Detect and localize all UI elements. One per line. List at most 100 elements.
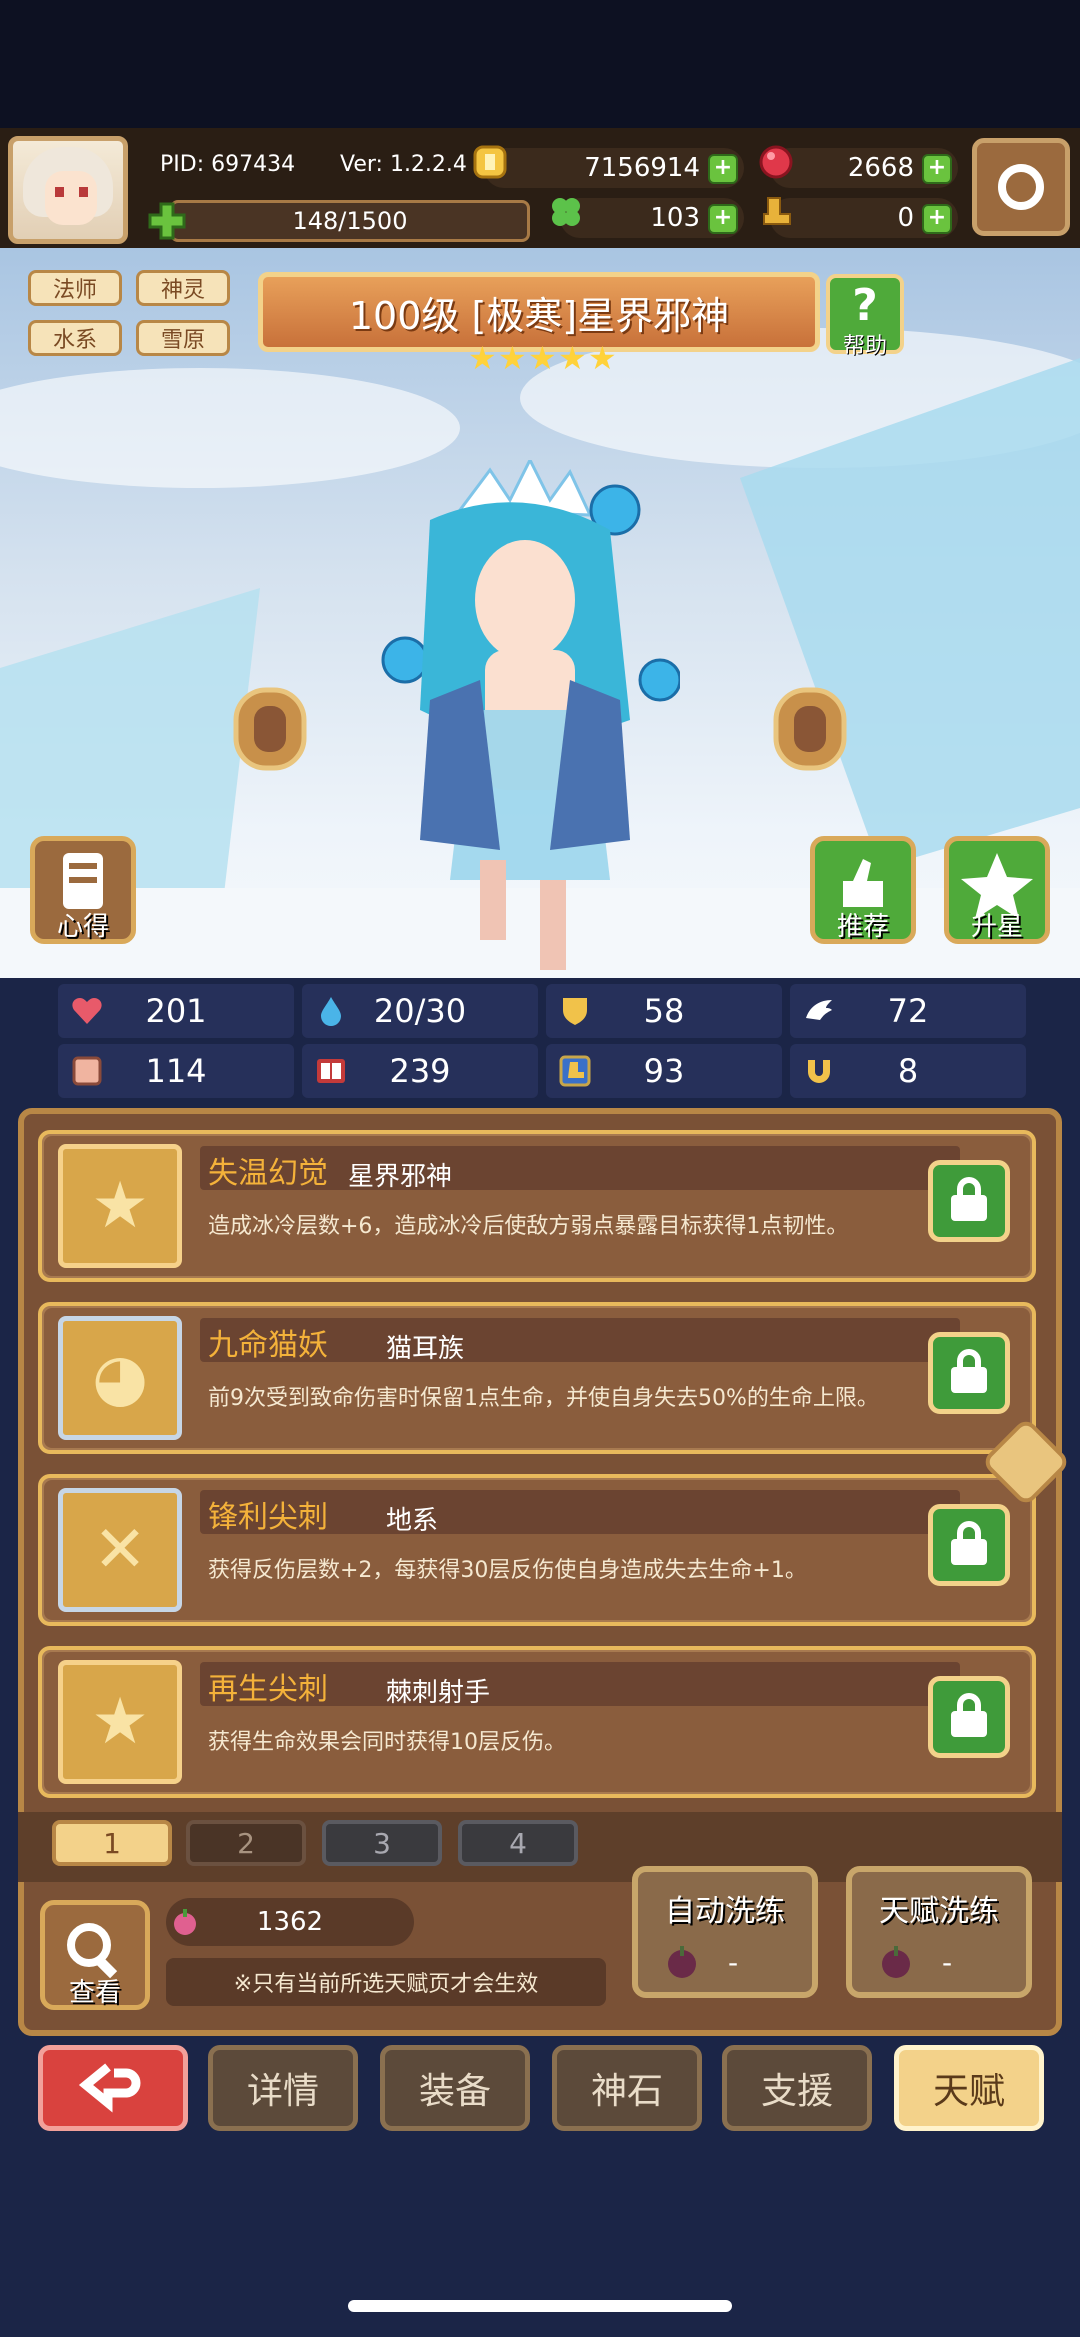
talent-desc: 前9次受到致命伤害时保留1点生命，并使自身失去50%的生命上限。 — [208, 1386, 879, 1411]
tab-details[interactable]: 详情 — [208, 2045, 358, 2131]
speed-value: 72 — [887, 992, 929, 1030]
talent-source: 棘刺射手 — [386, 1678, 491, 1708]
talent-source: 猫耳族 — [386, 1334, 465, 1364]
attack-value: 114 — [145, 1052, 207, 1090]
gold-value: 7156914 — [584, 153, 700, 183]
spellbook-icon — [317, 1059, 345, 1083]
tab-equipment[interactable]: 装备 — [380, 2045, 530, 2131]
gold-coin-icon — [473, 145, 507, 179]
boot-armor-icon — [559, 1055, 591, 1087]
add-gem-button[interactable]: + — [922, 154, 952, 184]
tag-region: 雪原 — [136, 320, 230, 356]
star-icon: ★ — [91, 1685, 149, 1759]
experience-label: 心得 — [56, 912, 109, 942]
stamina-plus-icon[interactable] — [146, 200, 188, 242]
talent-desc: 获得生命效果会同时获得10层反伤。 — [208, 1730, 566, 1755]
water-drop-icon — [321, 997, 341, 1026]
left-bronze-coin-icon[interactable] — [230, 684, 310, 774]
add-boots-button[interactable]: + — [922, 204, 952, 234]
lock-button[interactable] — [928, 1676, 1010, 1758]
talent-desc: 获得反伤层数+2，每获得30层反伤使自身造成失去生命+1。 — [208, 1558, 807, 1583]
cat-icon: ◕ — [92, 1341, 148, 1415]
home-indicator[interactable] — [348, 2300, 732, 2312]
lock-button[interactable] — [928, 1160, 1010, 1242]
tab-talent[interactable]: 天赋 — [894, 2045, 1044, 2131]
talent-card[interactable]: ◕ 九命猫妖 猫耳族 前9次受到致命伤害时保留1点生命，并使自身失去50%的生命… — [38, 1302, 1036, 1454]
star-icon: ★ — [528, 339, 557, 377]
auto-reroll-label: 自动洗练 — [665, 1894, 785, 1929]
stat-luck: 8 — [790, 1044, 1026, 1098]
question-icon: ? — [852, 280, 878, 331]
help-label: 帮助 — [842, 334, 887, 359]
recommend-button[interactable]: 推荐 — [810, 836, 916, 944]
stat-hp: 201 — [58, 984, 294, 1038]
talent-card[interactable]: ✕ 锋利尖刺 地系 获得反伤层数+2，每获得30层反伤使自身造成失去生命+1。 — [38, 1474, 1036, 1626]
tab-godstone[interactable]: 神石 — [552, 2045, 702, 2131]
talent-card[interactable]: ★ 再生尖刺 棘刺射手 获得生命效果会同时获得10层反伤。 — [38, 1646, 1036, 1798]
spikes-icon: ✕ — [93, 1513, 147, 1587]
talent-name: 失温幻觉 — [208, 1156, 328, 1191]
stat-mana: 20/30 — [302, 984, 538, 1038]
status-bar-area — [0, 0, 1080, 128]
page-tab-1[interactable]: 1 — [52, 1820, 172, 1866]
add-clover-button[interactable]: + — [708, 204, 738, 234]
hp-value: 201 — [145, 992, 207, 1030]
boots-value: 0 — [897, 203, 914, 233]
mana-value: 20/30 — [373, 992, 467, 1030]
right-bronze-coin-icon[interactable] — [770, 684, 850, 774]
clover-counter: 103 + — [552, 198, 744, 238]
stamina-bar: 148/1500 — [170, 200, 530, 242]
tab-support[interactable]: 支援 — [722, 2045, 872, 2131]
page-tab-3[interactable]: 3 — [322, 1820, 442, 1866]
gear-icon — [998, 164, 1044, 210]
talent-reroll-cost: - — [942, 1946, 953, 1979]
upgrade-star-label: 升星 — [970, 912, 1023, 942]
back-button[interactable] — [38, 2045, 188, 2131]
return-arrow-icon — [78, 2063, 141, 2113]
page-tab-2[interactable]: 2 — [186, 1820, 306, 1866]
settings-button[interactable] — [972, 138, 1070, 236]
talent-name: 再生尖刺 — [208, 1672, 328, 1707]
tag-element: 水系 — [28, 320, 122, 356]
stamina-value: 148/1500 — [292, 207, 408, 235]
lock-button[interactable] — [928, 1504, 1010, 1586]
page-tab-4[interactable]: 4 — [458, 1820, 578, 1866]
effective-page-note: ※只有当前所选天赋页才会生效 — [166, 1958, 606, 2006]
player-avatar[interactable] — [8, 136, 128, 244]
fruit-icon — [882, 1946, 910, 1978]
talent-reroll-button[interactable]: 天赋洗练 - — [846, 1866, 1032, 1998]
tag-race: 神灵 — [136, 270, 230, 306]
lock-button[interactable] — [928, 1332, 1010, 1414]
upgrade-star-button[interactable]: 升星 — [944, 836, 1050, 944]
boot-icon — [763, 197, 791, 225]
stat-defense: 58 — [546, 984, 782, 1038]
stat-armor: 93 — [546, 1044, 782, 1098]
star-icon: ★ — [558, 339, 587, 377]
tag-class: 法师 — [28, 270, 122, 306]
experience-button[interactable]: 心得 — [30, 836, 136, 944]
hero-stars: ★ ★ ★ ★ ★ — [468, 339, 618, 378]
recommend-label: 推荐 — [836, 912, 889, 942]
talent-card[interactable]: ★ 失温幻觉 星界邪神 造成冰冷层数+6，造成冰冷后使敌方弱点暴露目标获得1点韧… — [38, 1130, 1036, 1282]
luck-value: 8 — [897, 1052, 919, 1090]
star-icon: ★ — [468, 339, 497, 377]
help-button[interactable]: ? 帮助 — [826, 274, 904, 359]
talent-name: 九命猫妖 — [208, 1328, 328, 1363]
auto-reroll-button[interactable]: 自动洗练 - — [632, 1866, 818, 1998]
armor-value: 93 — [643, 1052, 685, 1090]
fist-icon — [72, 1056, 102, 1086]
clover-icon — [552, 198, 580, 226]
view-label: 查看 — [68, 1978, 121, 2008]
fruit-icon — [668, 1946, 696, 1978]
star-icon: ★ — [91, 1169, 149, 1243]
hero-character-art — [381, 460, 680, 970]
view-button[interactable]: 查看 — [40, 1900, 150, 2010]
fruit-counter: 1362 — [166, 1898, 414, 1946]
version-label: Ver: 1.2.2.4 — [340, 152, 467, 177]
stat-speed: 72 — [790, 984, 1026, 1038]
star-icon: ★ — [588, 339, 617, 377]
talent-reroll-label: 天赋洗练 — [879, 1894, 999, 1929]
fruit-value: 1362 — [256, 1907, 324, 1937]
stat-attack: 114 — [58, 1044, 294, 1098]
add-gold-button[interactable]: + — [708, 154, 738, 184]
